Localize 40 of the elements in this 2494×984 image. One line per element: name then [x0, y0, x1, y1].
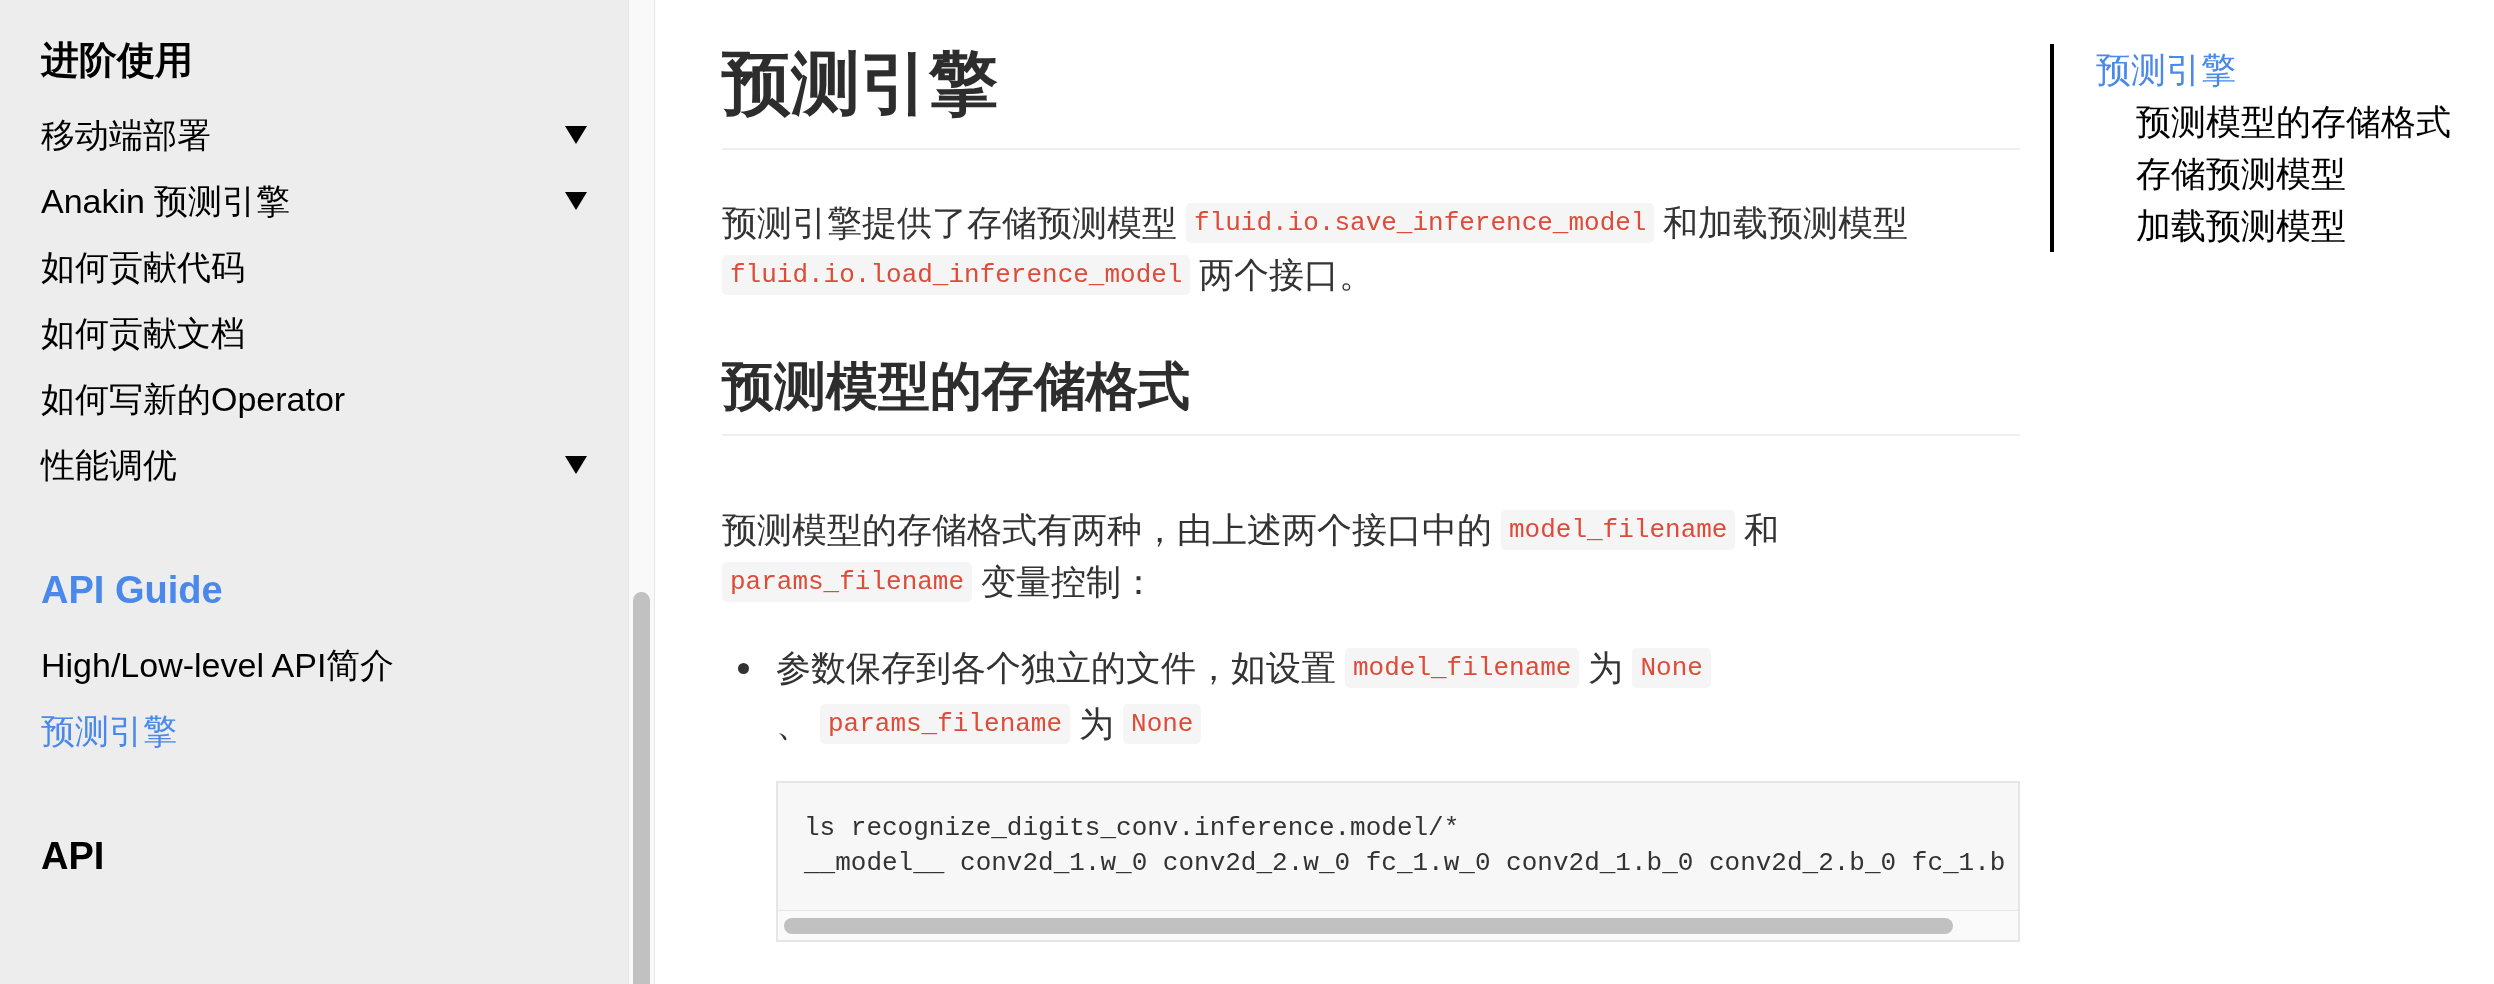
caret-down-icon[interactable] — [565, 126, 587, 144]
scrollbar-thumb[interactable] — [784, 917, 1953, 934]
inline-code: None — [1632, 648, 1711, 688]
paragraph-text: 预测引擎提供了存储预测模型 — [722, 201, 1177, 244]
toc-link[interactable]: 预测模型的存储格式 — [2136, 96, 2451, 148]
toc-link[interactable]: 存储预测模型 — [2136, 148, 2451, 200]
paragraph-text: 变量控制： — [981, 560, 1157, 603]
list-item-text: 、 — [776, 702, 811, 745]
sidebar-link[interactable]: 移动端部署 — [41, 102, 587, 168]
list-item-text: 为 — [1588, 646, 1624, 689]
sidebar-heading[interactable]: API — [41, 823, 587, 889]
code-line: __model__ conv2d_1.w_0 conv2d_2.w_0 fc_1.w_0 conv2d_1.b_0 conv2d_2.b_0 fc_1.b — [804, 847, 2006, 880]
inline-code: params_filename — [820, 704, 1071, 744]
sidebar-link[interactable]: High/Low-level API简介 — [41, 632, 587, 698]
list-item-text: 参数保存到各个独立的文件，如设置 — [776, 646, 1336, 689]
sidebar-heading[interactable]: 进阶使用 — [41, 27, 587, 93]
paragraph-text: 和加载预测模型 — [1663, 201, 1909, 244]
sidebar-link[interactable]: Anakin 预测引擎 — [41, 168, 587, 234]
inline-code: model_filename — [1345, 648, 1580, 688]
caret-down-icon[interactable] — [565, 192, 587, 210]
caret-down-icon[interactable] — [565, 456, 587, 474]
paragraph-text: 预测模型的存储格式有两种，由上述两个接口中的 — [722, 508, 1492, 551]
list-item-text: 为 — [1079, 702, 1115, 745]
inline-code: None — [1123, 704, 1202, 744]
page-title: 预测引擎 — [722, 42, 2020, 150]
sidebar-link[interactable]: 如何写新的Operator — [41, 366, 587, 432]
paragraph-text: 和 — [1744, 508, 1780, 551]
paragraph-text: 两个接口。 — [1199, 253, 1375, 296]
bullet-dot-icon — [738, 662, 749, 674]
toc-link[interactable]: 加载预测模型 — [2136, 200, 2451, 252]
sidebar-link[interactable]: 如何贡献代码 — [41, 234, 587, 300]
scrollbar-thumb[interactable] — [633, 592, 650, 984]
code-line: ls recognize_digits_conv.inference.model/* — [804, 812, 1460, 845]
inline-code: fluid.io.save_inference_model — [1186, 203, 1655, 243]
sidebar-link[interactable]: 性能调优 — [41, 432, 587, 498]
inline-code: fluid.io.load_inference_model — [722, 255, 1191, 295]
inline-code: model_filename — [1501, 510, 1736, 550]
inline-code: params_filename — [722, 562, 973, 602]
sidebar-link[interactable]: 如何贡献文档 — [41, 300, 587, 366]
section-heading: 预测模型的存储格式 — [722, 354, 2020, 436]
